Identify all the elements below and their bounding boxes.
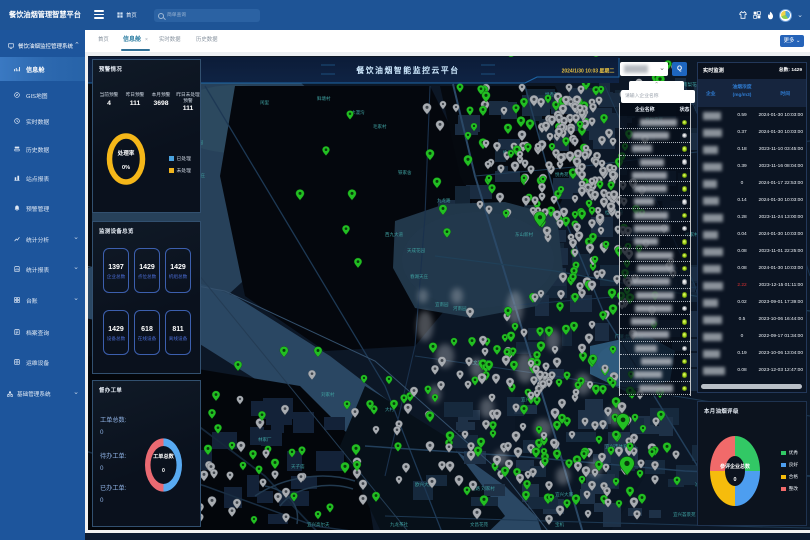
svg-text:东山新村: 东山新村: [515, 231, 533, 238]
svg-text:宜兴高尔夫: 宜兴高尔夫: [307, 521, 330, 528]
svg-text:九龙路: 九龙路: [437, 197, 451, 204]
svg-text:2024/1/30 10:03 星期二: 2024/1/30 10:03 星期二: [562, 68, 615, 75]
svg-text:0%: 0%: [122, 165, 130, 171]
svg-text:宜兴大厦: 宜兴大厦: [555, 491, 573, 498]
svg-text:刘家村: 刘家村: [321, 391, 335, 397]
svg-text:餐饮油烟智能监控云平台: 餐饮油烟智能监控云平台: [355, 65, 459, 75]
svg-text:林家厂: 林家厂: [258, 436, 272, 443]
svg-text:天成花园: 天成花园: [407, 247, 425, 254]
svg-text:宜兴荟景苑: 宜兴荟景苑: [673, 511, 696, 518]
svg-text:0: 0: [162, 468, 165, 474]
svg-text:九龙茶社: 九龙茶社: [390, 521, 408, 528]
svg-text:0: 0: [734, 477, 737, 483]
svg-text:文昌花苑: 文昌花苑: [470, 521, 488, 528]
svg-text:毛家村: 毛家村: [373, 123, 387, 129]
svg-text:天子庙: 天子庙: [291, 463, 305, 470]
svg-text:鲜塘村: 鲜塘村: [317, 95, 331, 102]
svg-text:处理率: 处理率: [117, 149, 135, 157]
svg-text:铁家舍: 铁家舍: [398, 169, 412, 176]
svg-text:宝机: 宝机: [555, 521, 564, 528]
svg-text:西九大道: 西九大道: [385, 231, 403, 238]
svg-text:河南园: 河南园: [453, 305, 467, 312]
svg-text:参评企业总数: 参评企业总数: [720, 463, 751, 470]
svg-text:闲里: 闲里: [260, 99, 269, 106]
svg-text:春湖天庄: 春湖天庄: [410, 273, 428, 280]
svg-text:宜南园: 宜南园: [435, 301, 449, 308]
svg-text:悦秀苑: 悦秀苑: [555, 171, 569, 178]
svg-text:工单总数: 工单总数: [153, 452, 175, 460]
